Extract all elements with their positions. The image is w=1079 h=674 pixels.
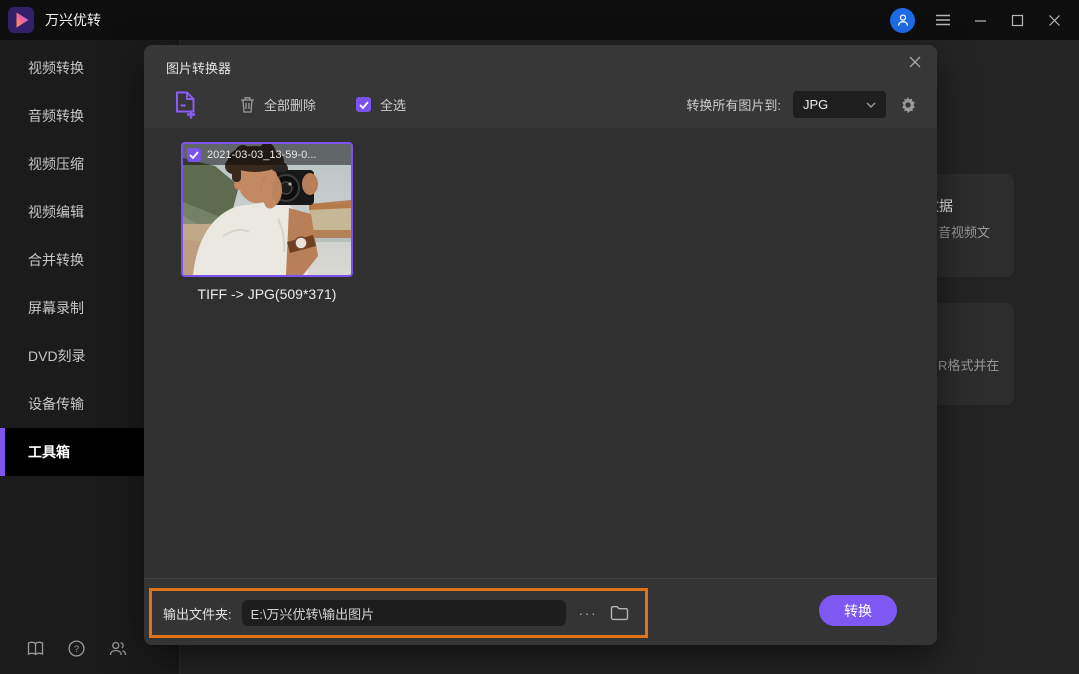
sidebar-item-label: 音频转换 — [28, 108, 84, 124]
output-format-value: JPG — [803, 97, 829, 112]
sidebar-item-label: 视频编辑 — [28, 204, 84, 220]
guide-book-icon[interactable] — [27, 641, 44, 656]
image-converter-dialog: 图片转换器 全部删除 全选 转换所有图片到: JPG 2021-03-03_13… — [144, 45, 937, 645]
folder-icon — [610, 606, 628, 621]
file-name: 2021-03-03_13-59-0... — [207, 148, 317, 161]
help-icon[interactable]: ? — [68, 640, 85, 657]
output-folder-input[interactable] — [241, 600, 566, 626]
maximize-button[interactable] — [1008, 11, 1026, 29]
maximize-icon — [1011, 14, 1023, 26]
delete-all-button[interactable]: 全部删除 — [240, 95, 316, 114]
minimize-icon — [974, 19, 986, 22]
close-icon — [1048, 14, 1060, 26]
check-icon — [189, 150, 199, 159]
dialog-footer: 输出文件夹: ··· 转换 — [144, 578, 937, 645]
sidebar-bottom-bar: ? — [27, 640, 127, 657]
output-folder-label: 输出文件夹: — [163, 606, 232, 622]
card-desc: 音视频文 — [938, 225, 991, 240]
browse-folder-button[interactable]: ··· — [579, 606, 598, 621]
output-folder-highlight-box: 输出文件夹: ··· — [149, 588, 648, 638]
card-desc: R格式并在 — [938, 358, 1000, 373]
convert-to-label: 转换所有图片到: — [686, 98, 781, 113]
sidebar-item-label: 视频转换 — [28, 60, 84, 76]
svg-text:?: ? — [74, 644, 79, 655]
trash-icon — [241, 97, 254, 113]
titlebar-controls — [890, 7, 1063, 33]
delete-all-label: 全部删除 — [264, 98, 317, 113]
account-avatar[interactable] — [890, 7, 915, 33]
minimize-button[interactable] — [971, 11, 989, 29]
select-all-checkbox[interactable] — [356, 97, 372, 112]
select-all-control[interactable]: 全选 — [356, 95, 406, 114]
add-file-icon — [176, 91, 195, 118]
format-settings-button[interactable] — [899, 96, 917, 114]
dialog-close-button[interactable] — [906, 53, 924, 71]
check-icon — [358, 100, 369, 109]
image-thumbnail[interactable]: 2021-03-03_13-59-0... — [181, 142, 353, 277]
dialog-toolbar: 全部删除 全选 转换所有图片到: JPG — [144, 81, 937, 128]
sidebar-item-label: 设备传输 — [28, 396, 84, 412]
sidebar-item-label: 屏幕录制 — [28, 300, 84, 316]
sidebar-item-label: 工具箱 — [28, 444, 70, 460]
dialog-header: 图片转换器 全部删除 全选 转换所有图片到: JPG — [144, 45, 937, 128]
file-checkbox[interactable] — [187, 147, 201, 162]
close-window-button[interactable] — [1045, 11, 1063, 29]
app-title: 万兴优转 — [45, 12, 101, 28]
select-all-label: 全选 — [380, 98, 407, 113]
output-format-dropdown[interactable]: JPG — [793, 91, 886, 118]
dialog-title: 图片转换器 — [166, 61, 232, 76]
person-icon — [897, 14, 908, 26]
chevron-down-icon — [866, 102, 876, 108]
convert-button[interactable]: 转换 — [819, 595, 897, 626]
gear-icon — [902, 96, 915, 113]
file-conversion-label: TIFF -> JPG(509*371) — [197, 286, 337, 302]
app-logo-icon — [8, 7, 34, 33]
sidebar-item-label: DVD刻录 — [28, 348, 86, 364]
file-list-area: 2021-03-03_13-59-0... TIFF -> JPG(509*37… — [144, 128, 937, 578]
contacts-icon[interactable] — [109, 641, 127, 656]
menu-button[interactable] — [934, 11, 952, 29]
titlebar: 万兴优转 — [0, 0, 1079, 40]
close-icon — [909, 56, 921, 68]
thumbnail-header: 2021-03-03_13-59-0... — [183, 144, 351, 165]
sidebar-item-label: 视频压缩 — [28, 156, 84, 172]
sidebar-item-label: 合并转换 — [28, 252, 84, 268]
hamburger-icon — [936, 14, 950, 26]
open-folder-button[interactable] — [610, 605, 629, 621]
add-files-button[interactable] — [173, 90, 198, 120]
